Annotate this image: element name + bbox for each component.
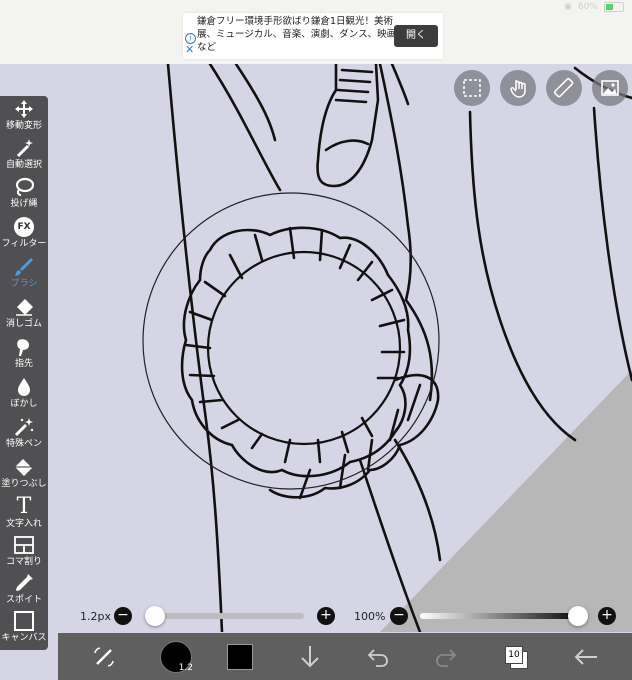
tool-label: キャンバス: [1, 633, 47, 643]
download-icon: [301, 645, 319, 667]
tool-move-transform[interactable]: 移動変形: [0, 98, 48, 137]
brush-size-badge: 1.2: [178, 662, 193, 673]
opacity-knob[interactable]: [568, 606, 588, 626]
opacity-minus-button[interactable]: −: [390, 607, 408, 625]
tool-label: スポイト: [5, 595, 42, 605]
selection-button[interactable]: [454, 70, 490, 106]
touch-hand-icon: [510, 80, 526, 98]
tool-smudge[interactable]: 指先: [0, 336, 48, 375]
text-icon: T: [16, 494, 32, 519]
brush-size-icon: 1.2: [160, 640, 193, 673]
tool-brush[interactable]: ブラシ: [0, 256, 48, 295]
image-icon: [601, 80, 619, 96]
fill-bucket-icon: [13, 456, 35, 478]
adjust-icon: [94, 646, 114, 667]
battery-percent: 60%: [577, 2, 598, 12]
brush-size-minus-button[interactable]: −: [114, 607, 132, 625]
close-icon[interactable]: ✕: [185, 44, 194, 55]
opacity-slider[interactable]: [420, 613, 584, 619]
line-art: [0, 64, 632, 632]
tool-blur[interactable]: ぼかし: [0, 376, 48, 415]
brush-size-slider[interactable]: [146, 613, 304, 619]
tool-special-pen[interactable]: 特殊ペン: [0, 416, 48, 455]
tool-label: 塗りつぶし: [1, 479, 47, 489]
tool-label: 消しゴム: [5, 319, 42, 329]
bottom-toolbar: 1.2 10: [58, 633, 632, 680]
tool-canvas[interactable]: キャンバス: [0, 610, 48, 649]
layer-count: 10: [505, 645, 523, 664]
tool-palette: 移動変形 自動選択 投げ縄 FX フィルター ブラシ 消しゴム 指先 ぼかし 特…: [0, 96, 48, 650]
brush-size-plus-button[interactable]: +: [317, 607, 335, 625]
tool-label: コマ割り: [5, 557, 42, 567]
download-button[interactable]: [292, 633, 328, 680]
redo-button[interactable]: [428, 633, 464, 680]
move-transform-icon: [13, 98, 35, 120]
frame-divider-icon: [13, 534, 35, 556]
tool-label: 指先: [14, 359, 33, 369]
undo-button[interactable]: [360, 633, 396, 680]
tool-label: 投げ縄: [10, 199, 38, 209]
adjust-button[interactable]: [86, 633, 122, 680]
status-bar: ◉ 60%: [0, 0, 632, 14]
lasso-icon: [13, 176, 35, 198]
drawing-canvas[interactable]: [0, 64, 632, 632]
ruler-button[interactable]: [546, 70, 582, 106]
eraser-icon: [13, 296, 35, 318]
tool-label: ぼかし: [10, 399, 38, 409]
back-button[interactable]: [566, 633, 606, 680]
tool-text[interactable]: T 文字入れ: [0, 496, 48, 535]
tool-label: ブラシ: [10, 279, 38, 289]
tool-eyedropper[interactable]: スポイト: [0, 572, 48, 611]
special-pen-icon: [13, 416, 35, 438]
layers-button[interactable]: 10: [498, 633, 534, 680]
image-button[interactable]: [592, 70, 628, 106]
ad-banner[interactable]: i ✕ 鎌倉フリー環境手形欲ばり鎌倉1日観光！美術展、ミュージカル、音楽、演劇、…: [183, 13, 443, 59]
opacity-plus-button[interactable]: +: [598, 607, 616, 625]
blur-drop-icon: [13, 376, 35, 398]
tool-frame-divider[interactable]: コマ割り: [0, 534, 48, 573]
brush-icon: [13, 256, 35, 278]
layers-icon: 10: [505, 645, 528, 669]
redo-icon: [436, 648, 457, 667]
ad-open-button[interactable]: 開く: [394, 25, 438, 47]
fx-icon: FX: [13, 216, 35, 238]
tool-fill[interactable]: 塗りつぶし: [0, 456, 48, 495]
opacity-label: 100%: [354, 610, 386, 623]
tool-eraser[interactable]: 消しゴム: [0, 296, 48, 335]
eyedropper-icon: [13, 572, 35, 594]
tool-filter[interactable]: FX フィルター: [0, 216, 48, 255]
touch-button[interactable]: [500, 70, 536, 106]
canvas-icon: [13, 610, 35, 632]
tool-label: 自動選択: [5, 160, 42, 170]
tool-auto-select[interactable]: 自動選択: [0, 137, 48, 176]
ad-text: 鎌倉フリー環境手形欲ばり鎌倉1日観光！美術展、ミュージカル、音楽、演劇、ダンス、…: [197, 16, 397, 53]
brush-size-knob[interactable]: [145, 606, 165, 626]
tool-lasso[interactable]: 投げ縄: [0, 176, 48, 215]
color-icon: [227, 643, 253, 670]
tool-label: フィルター: [1, 239, 47, 249]
color-button[interactable]: [222, 633, 258, 680]
magic-wand-icon: [13, 137, 35, 159]
selection-icon: [463, 79, 481, 97]
ruler-icon: [553, 77, 574, 98]
back-icon: [574, 648, 597, 665]
tool-label: 文字入れ: [5, 519, 42, 529]
tool-label: 特殊ペン: [5, 439, 42, 449]
wifi-icon: ◉: [564, 2, 572, 12]
battery-icon: [604, 2, 624, 12]
smudge-icon: [13, 336, 35, 358]
tool-label: 移動変形: [5, 121, 42, 131]
brush-size-label: 1.2px: [80, 610, 111, 623]
brush-size-button[interactable]: 1.2: [154, 633, 198, 680]
undo-icon: [367, 648, 388, 667]
